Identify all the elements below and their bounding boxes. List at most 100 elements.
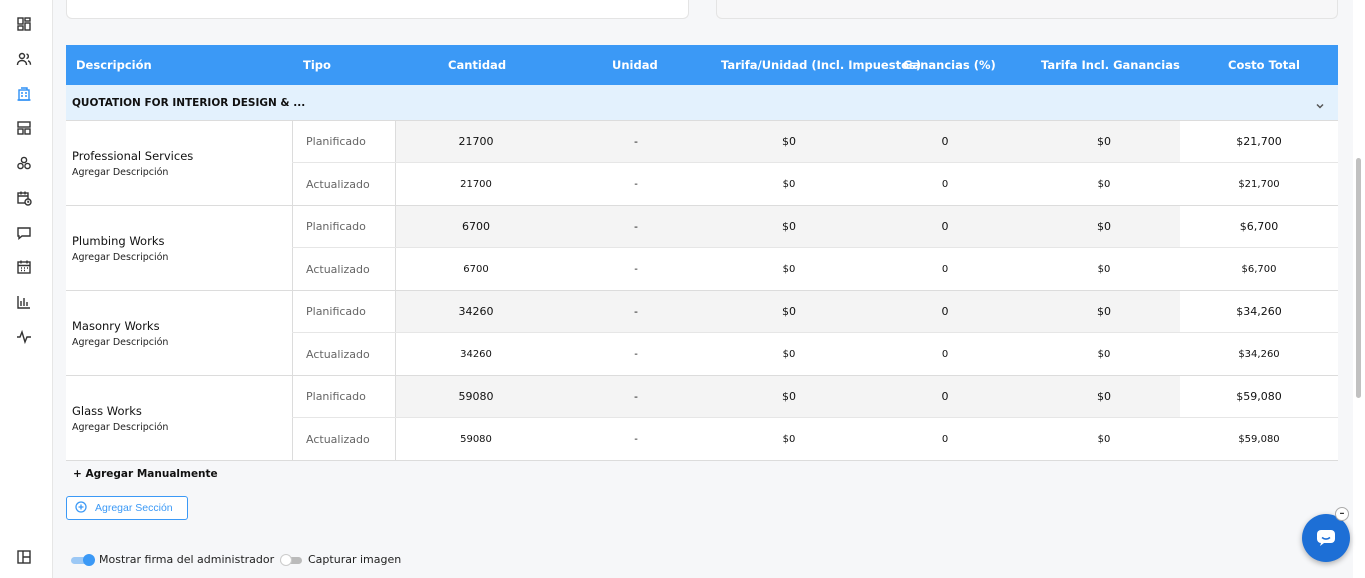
tipo-cell: Actualizado [292,248,396,291]
ganancias-cell: 0 [941,220,949,233]
modules-icon[interactable] [15,154,33,172]
add-section-label: Agregar Sección [95,502,173,514]
cantidad-cell[interactable]: 34260 [396,291,556,332]
tarifa_ganancias-cell: $0 [1097,179,1111,190]
quotation-table: Descripción Tipo Cantidad Unidad Tarifa/… [66,45,1338,461]
costo-cell: $59,080 [1238,434,1280,445]
header-ganancias: Ganancias (%) [903,58,996,72]
tarifa_ganancias-cell: $0 [1097,220,1111,233]
tarifa-cell: $0 [782,264,796,275]
updated-row: Actualizado 59080 - $0 0 $0 $59,080 [292,418,1338,461]
activity-icon[interactable] [15,328,33,346]
table-row: Masonry Works Agregar Descripción Planific… [66,291,1338,376]
ganancias-cell: 0 [941,264,949,275]
item-name[interactable]: Professional Services [72,149,193,163]
calendar-clock-icon[interactable] [15,189,33,207]
costo-cell: $59,080 [1236,390,1282,403]
chat-bubble-icon [1317,530,1335,546]
header-costo-total: Costo Total [1228,58,1301,72]
scrollbar-thumb[interactable] [1356,158,1361,398]
chat-icon[interactable] [15,224,33,242]
section-header[interactable]: QUOTATION FOR INTERIOR DESIGN & ... [66,85,1338,121]
item-name[interactable]: Plumbing Works [72,234,164,248]
ganancias-cell: 0 [941,135,949,148]
users-icon[interactable] [15,50,33,68]
cantidad-cell: 6700 [463,264,489,275]
cantidad-cell: 59080 [460,434,492,445]
header-tarifa-ganancias: Tarifa Incl. Ganancias [1041,58,1180,72]
unidad-cell: - [634,220,638,233]
admin-signature-switch[interactable] [71,553,95,566]
tipo-cell: Planificado [292,291,396,332]
building-icon[interactable] [15,85,33,103]
add-section-button[interactable]: Agregar Sección [66,496,188,520]
table-row: Professional Services Agregar Descripción… [66,121,1338,206]
capture-image-switch[interactable] [280,553,304,566]
tipo-cell: Planificado [292,376,396,417]
bar-chart-icon[interactable] [15,293,33,311]
tarifa_ganancias-cell: $0 [1097,434,1111,445]
admin-signature-label: Mostrar firma del administrador [99,553,275,566]
summary-card-right [716,0,1338,19]
item-name[interactable]: Glass Works [72,404,142,418]
unidad-cell: - [634,179,638,190]
cantidad-cell: 21700 [460,179,492,190]
tarifa_ganancias-cell: $0 [1097,135,1111,148]
cantidad-cell[interactable]: 59080 [396,376,556,417]
tarifa-cell: $0 [782,434,796,445]
tarifa-cell: $0 [782,179,796,190]
unidad-cell: - [634,434,638,445]
ganancias-cell: 0 [941,179,949,190]
admin-signature-toggle[interactable]: Mostrar firma del administrador [71,553,274,566]
tipo-cell: Actualizado [292,163,396,206]
capture-image-toggle[interactable]: Capturar imagen [280,553,401,566]
costo-cell: $21,700 [1238,179,1280,190]
ganancias-cell: 0 [941,305,949,318]
item-name[interactable]: Masonry Works [72,319,160,333]
section-title: QUOTATION FOR INTERIOR DESIGN & ... [72,97,306,109]
header-descripcion: Descripción [76,58,152,72]
costo-cell: $34,260 [1238,349,1280,360]
planned-row: Planificado 6700 - $0 0 $0 $6,700 [292,206,1338,248]
chat-widget-button[interactable] [1302,514,1350,562]
costo-cell: $34,260 [1236,305,1282,318]
cantidad-cell[interactable]: 21700 [396,121,556,162]
tarifa_ganancias-cell: $0 [1097,305,1111,318]
table-row: Plumbing Works Agregar Descripción Planifi… [66,206,1338,291]
header-cantidad: Cantidad [448,58,507,72]
chat-minimize-button[interactable]: – [1335,507,1349,521]
ganancias-cell: 0 [941,349,949,360]
add-manually-link[interactable]: + Agregar Manualmente [73,468,218,480]
planned-row: Planificado 34260 - $0 0 $0 $34,260 [292,291,1338,333]
ganancias-cell: 0 [941,434,949,445]
main-content: Descripción Tipo Cantidad Unidad Tarifa/… [53,0,1353,578]
plus-circle-icon [75,500,87,516]
sidebar [0,0,53,578]
tarifa-cell: $0 [782,349,796,360]
header-tarifa: Tarifa/Unidad (Incl. Impuestos) [721,58,922,72]
costo-cell: $6,700 [1239,220,1279,233]
tipo-cell: Actualizado [292,418,396,461]
tarifa-cell: $0 [782,305,796,318]
panel-toggle-icon[interactable] [15,548,33,566]
capture-image-label: Capturar imagen [308,553,402,566]
layout-icon[interactable] [15,119,33,137]
chevron-down-icon[interactable] [1314,97,1326,109]
ganancias-cell: 0 [941,390,949,403]
item-description-link[interactable]: Agregar Descripción [72,167,168,178]
unidad-cell: - [634,135,638,148]
tipo-cell: Actualizado [292,333,396,376]
item-description-link[interactable]: Agregar Descripción [72,422,168,433]
table-row: Glass Works Agregar Descripción Planificad… [66,376,1338,461]
header-tipo: Tipo [303,58,331,72]
item-description-link[interactable]: Agregar Descripción [72,252,168,263]
dashboard-icon[interactable] [15,15,33,33]
summary-card-left [66,0,689,19]
tipo-cell: Planificado [292,206,396,247]
item-description-link[interactable]: Agregar Descripción [72,337,168,348]
calendar-icon[interactable] [15,258,33,276]
cantidad-cell[interactable]: 6700 [396,206,556,247]
tarifa-cell: $0 [782,135,796,148]
updated-row: Actualizado 21700 - $0 0 $0 $21,700 [292,163,1338,206]
unidad-cell: - [634,264,638,275]
